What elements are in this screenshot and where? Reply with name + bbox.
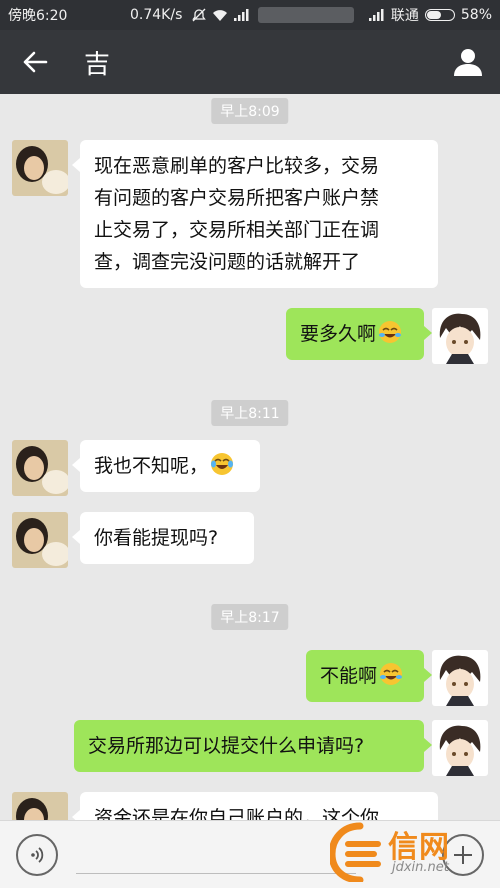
incoming-message[interactable]: 我也不知呢，	[72, 440, 260, 492]
person-icon	[454, 49, 482, 76]
chat-info-button[interactable]	[436, 30, 500, 94]
status-bar: 傍晚6:20 0.74K/s 联通 58%	[0, 0, 500, 30]
signal-icon	[234, 9, 249, 21]
message-input[interactable]	[76, 839, 356, 874]
contact-avatar[interactable]	[12, 792, 68, 820]
my-avatar[interactable]	[432, 650, 488, 706]
chat-header: 吉	[0, 30, 500, 94]
crying-laughing-emoji	[380, 663, 403, 685]
contact-avatar[interactable]	[12, 140, 68, 196]
message-line: 有问题的客户交易所把客户账户禁	[94, 187, 380, 209]
message-line: 止交易了，交易所相关部门正在调	[94, 219, 380, 241]
incoming-message[interactable]: 你看能提现吗?	[72, 512, 254, 564]
message-text: 要多久啊	[300, 323, 377, 345]
more-button[interactable]	[442, 834, 484, 876]
contact-avatar[interactable]	[12, 440, 68, 496]
battery-fill	[426, 11, 442, 19]
status-icons	[192, 8, 250, 22]
voice-button[interactable]	[16, 834, 58, 876]
message-line: 现在恶意刷单的客户比较多，交易	[94, 155, 380, 177]
my-avatar[interactable]	[432, 308, 488, 364]
voice-icon	[31, 847, 44, 863]
contact-avatar[interactable]	[12, 512, 68, 568]
battery-icon	[424, 9, 455, 21]
status-time: 傍晚6:20	[8, 8, 68, 24]
crying-laughing-emoji	[379, 321, 402, 343]
message-text: 资金还是在你自己账户的，这个你	[94, 807, 380, 820]
message-text: 我也不知呢，	[94, 455, 209, 477]
message-list[interactable]: 早上8:09 现在恶意刷单的客户比较多，交易 有问题的客户交易所把客户账户禁 止…	[0, 94, 500, 820]
tears-of-joy-emoji	[211, 453, 234, 475]
back-button[interactable]	[0, 30, 70, 94]
wifi-icon	[213, 9, 228, 21]
my-avatar[interactable]	[432, 720, 488, 776]
incoming-message[interactable]: 现在恶意刷单的客户比较多，交易 有问题的客户交易所把客户账户禁 止交易了，交易所…	[72, 140, 438, 288]
carrier-name: 联通	[390, 8, 419, 24]
blurred-region	[258, 7, 355, 23]
chat-title: 吉	[84, 49, 111, 80]
outgoing-message[interactable]: 交易所那边可以提交什么申请吗?	[74, 720, 432, 772]
message-text: 不能啊	[320, 665, 378, 687]
timestamp: 早上8:09	[211, 98, 289, 124]
mute-icon	[192, 8, 207, 22]
message-text: 交易所那边可以提交什么申请吗?	[88, 735, 365, 757]
incoming-message[interactable]: 资金还是在你自己账户的，这个你	[72, 792, 438, 820]
timestamp: 早上8:17	[211, 604, 289, 630]
message-text: 你看能提现吗?	[94, 527, 219, 549]
outgoing-message[interactable]: 不能啊	[306, 650, 432, 702]
input-bar	[0, 820, 500, 888]
outgoing-message[interactable]: 要多久啊	[286, 308, 432, 360]
timestamp: 早上8:11	[211, 400, 289, 426]
battery-percent: 58%	[460, 7, 492, 23]
back-arrow-icon	[23, 51, 48, 73]
plus-icon	[454, 846, 472, 864]
network-speed: 0.74K/s	[130, 7, 183, 23]
signal-icon	[368, 9, 384, 21]
message-line: 查，调查完没问题的话就解开了	[94, 251, 361, 273]
